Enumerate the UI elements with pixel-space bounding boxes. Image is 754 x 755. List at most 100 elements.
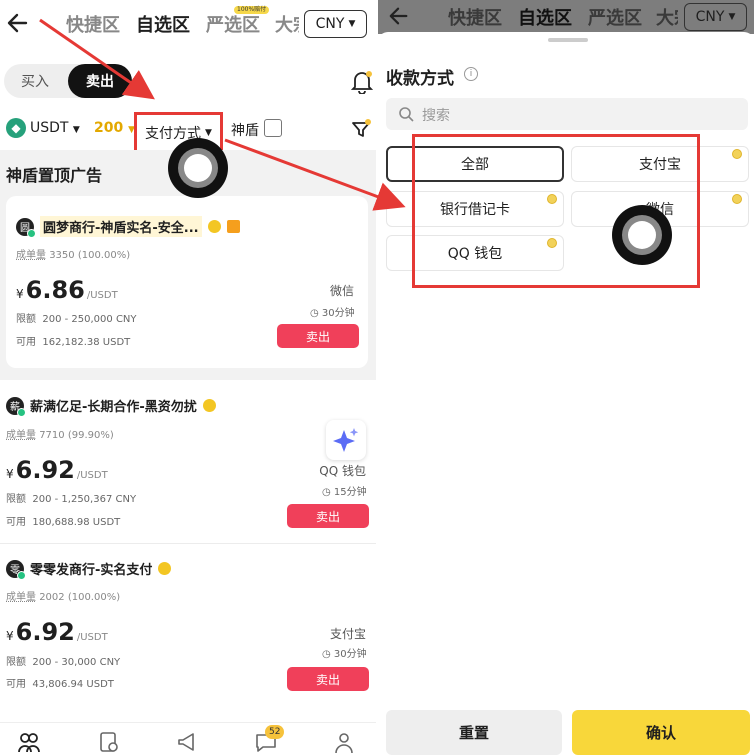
dimmed-nav: 快捷区 自选区 严选区 大宗 CNY ▼	[378, 0, 754, 34]
available-row: 可用 162,182.38 USDT	[16, 333, 130, 348]
pinned-section-title: 神盾置顶广告	[6, 166, 103, 185]
orders-icon[interactable]	[98, 731, 120, 753]
tab-quick: 快捷区	[448, 8, 502, 29]
coin-badge-icon	[732, 194, 742, 204]
sell-button[interactable]: 卖出	[277, 324, 359, 348]
bottom-nav	[0, 722, 376, 755]
limit-row: 限额 200 - 1,250,367 CNY	[6, 490, 136, 505]
touch-indicator	[168, 138, 228, 198]
available-label: 可用	[16, 337, 36, 348]
caret-down-icon: ▼	[72, 125, 80, 135]
payment-method: 支付宝	[329, 627, 366, 641]
merchant-name: 圆梦商行-神盾实名-安全...	[40, 216, 202, 237]
divider	[0, 543, 376, 544]
tab-bulk[interactable]: 大宗	[275, 11, 299, 37]
coin-badge-icon	[732, 149, 742, 159]
merchant-name: 零零发商行-实名支付	[30, 563, 153, 578]
orders-value: 2002 (100.00%)	[39, 592, 121, 603]
orders-label: 成单量	[16, 250, 46, 261]
search-field[interactable]: 搜索	[386, 98, 748, 130]
message-count-badge: 52	[265, 725, 285, 739]
sell-tab[interactable]: 卖出	[68, 64, 132, 98]
asset-filter[interactable]: USDT ▼	[30, 120, 80, 136]
limit-label: 限额	[6, 657, 26, 668]
confirm-button[interactable]: 确认	[572, 710, 750, 755]
verified-badge-icon	[207, 220, 221, 233]
amount-filter[interactable]: 200 ▼	[94, 120, 135, 136]
sell-button[interactable]: 卖出	[287, 667, 369, 691]
order-stats: 成单量 3350 (100.00%)	[16, 246, 130, 261]
currency-label: CNY	[695, 9, 725, 25]
ai-assistant-button[interactable]	[326, 420, 366, 460]
sheet-title: 收款方式	[386, 69, 454, 89]
profile-icon[interactable]	[333, 731, 355, 753]
available-row: 可用 43,806.94 USDT	[6, 675, 114, 690]
merchant-row[interactable]: 薪 薪满亿足-长期合作-黑资勿扰	[6, 396, 216, 417]
sell-button[interactable]: 卖出	[287, 504, 369, 528]
time-value: 15分钟	[333, 487, 367, 498]
available-value: 162,182.38 USDT	[42, 337, 131, 348]
buy-sell-toggle: 买入 卖出	[4, 64, 132, 98]
currency-select: CNY ▼	[684, 3, 747, 31]
orders-value: 7710 (99.90%)	[39, 430, 114, 441]
payment-method: 微信	[329, 284, 354, 298]
price: ¥ 6.92 /USDT	[6, 456, 108, 484]
shield-badge-icon	[226, 220, 240, 233]
time-value: 30分钟	[333, 649, 367, 660]
back-arrow-icon[interactable]	[6, 10, 30, 36]
available-row: 可用 180,688.98 USDT	[6, 513, 120, 528]
search-placeholder: 搜索	[422, 108, 450, 124]
verified-badge-icon	[202, 399, 216, 412]
verified-badge-icon	[158, 562, 172, 575]
tab-select: 严选区	[588, 8, 642, 29]
shield-filter-label: 神盾	[231, 123, 259, 139]
touch-indicator	[612, 205, 672, 265]
available-value: 43,806.94 USDT	[32, 679, 114, 690]
sheet-handle[interactable]	[548, 38, 588, 42]
order-stats: 成单量 7710 (99.90%)	[6, 426, 114, 441]
buy-tab[interactable]: 买入	[4, 64, 66, 98]
available-label: 可用	[6, 679, 26, 690]
tab-quick[interactable]: 快捷区	[66, 11, 120, 37]
limit-row: 限额 200 - 30,000 CNY	[6, 653, 120, 668]
info-icon[interactable]: i	[464, 67, 478, 81]
limit-value: 200 - 30,000 CNY	[32, 657, 121, 668]
price-unit: /USDT	[76, 470, 108, 481]
right-screen: 快捷区 自选区 严选区 大宗 CNY ▼ 收款方式 i 搜索 全部 支付宝 银行…	[378, 0, 754, 755]
merchant-row[interactable]: 圆 圆梦商行-神盾实名-安全...	[16, 216, 240, 238]
clock-icon: ◷	[322, 649, 331, 660]
tab-custom[interactable]: 自选区	[136, 11, 190, 37]
time-limit: ◷ 30分钟	[322, 645, 367, 660]
merchant-name: 薪满亿足-长期合作-黑资勿扰	[30, 400, 197, 415]
tab-bulk: 大宗	[656, 8, 678, 29]
tab-select[interactable]: 严选区	[206, 11, 260, 37]
merchant-row[interactable]: 零 零零发商行-实名支付	[6, 559, 172, 580]
bell-icon[interactable]	[351, 70, 373, 94]
promo-badge: 100%赔付	[234, 6, 270, 14]
sparkle-icon	[333, 428, 359, 452]
megaphone-icon[interactable]	[176, 731, 198, 753]
back-arrow-icon	[389, 7, 408, 25]
clock-icon: ◷	[322, 487, 331, 498]
users-icon[interactable]	[18, 731, 40, 753]
caret-down-icon: ▼	[348, 19, 356, 29]
reset-button[interactable]: 重置	[386, 710, 562, 755]
tab-custom: 自选区	[518, 8, 572, 29]
limit-label: 限额	[6, 494, 26, 505]
price-unit: /USDT	[76, 632, 108, 643]
order-stats: 成单量 2002 (100.00%)	[6, 588, 120, 603]
search-icon	[399, 107, 414, 122]
usdt-icon: ◆	[6, 118, 26, 138]
avatar: 圆	[16, 217, 36, 238]
caret-down-icon: ▼	[728, 12, 736, 22]
available-value: 180,688.98 USDT	[32, 517, 121, 528]
filter-funnel-icon[interactable]	[350, 118, 372, 140]
payment-method: QQ 钱包	[319, 464, 366, 478]
asset-label: USDT	[30, 120, 69, 136]
currency-symbol: ¥	[6, 467, 14, 481]
shield-checkbox[interactable]	[264, 119, 282, 137]
limit-value: 200 - 250,000 CNY	[42, 314, 137, 325]
avatar: 薪	[6, 396, 26, 417]
left-screen: 快捷区 自选区 严选区 100%赔付 大宗 CNY ▼ 买入 卖出 ◆ USDT…	[0, 0, 376, 755]
currency-select[interactable]: CNY ▼	[304, 10, 367, 38]
